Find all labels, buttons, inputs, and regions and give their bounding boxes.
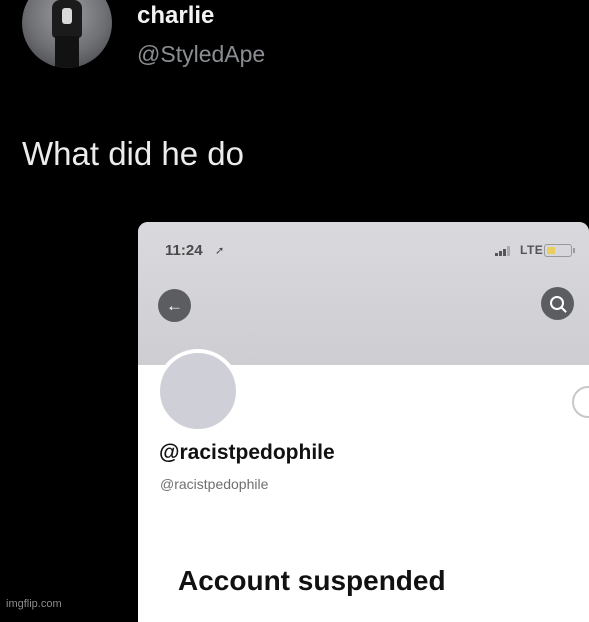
location-arrow-icon: ➚ xyxy=(215,245,225,257)
avatar-shirt-print xyxy=(62,8,72,24)
profile-avatar xyxy=(156,349,240,433)
tweet-text: What did he do xyxy=(22,135,244,172)
author-avatar[interactable] xyxy=(22,0,112,68)
author-handle[interactable]: @StyledApe xyxy=(137,40,265,68)
search-icon xyxy=(549,295,564,310)
account-status-heading: Account suspended xyxy=(178,565,446,596)
network-type-label: LTE xyxy=(520,243,544,257)
status-bar-time: 11:24 xyxy=(165,242,203,259)
profile-handle: @racistpedophile xyxy=(160,476,269,492)
avatar-figure-legs xyxy=(55,36,79,68)
profile-display-name: @racistpedophile xyxy=(159,441,335,464)
arrow-left-icon: ← xyxy=(166,296,183,315)
signal-strength-icon xyxy=(495,246,513,256)
back-button[interactable]: ← xyxy=(158,289,191,322)
more-options-button[interactable] xyxy=(572,386,589,418)
imgflip-watermark: imgflip.com xyxy=(6,598,62,610)
battery-icon xyxy=(544,244,575,257)
search-button[interactable] xyxy=(541,287,574,320)
embedded-profile-screenshot: 11:24 ➚ LTE ← @racistpedophile @racistpe… xyxy=(138,222,589,622)
author-name[interactable]: charlie xyxy=(137,2,214,30)
